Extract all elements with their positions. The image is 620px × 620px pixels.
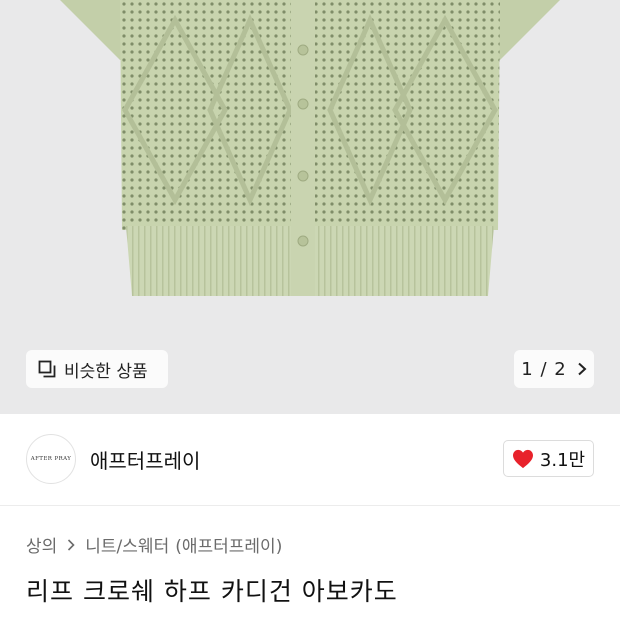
brand-logo-text: AFTER PRAY xyxy=(30,456,72,462)
product-title: 리프 크로쉐 하프 카디건 아보카도 xyxy=(26,577,398,606)
breadcrumb-category[interactable]: 상의 xyxy=(26,532,57,557)
chevron-right-icon xyxy=(578,362,587,376)
similar-items-icon xyxy=(38,360,56,378)
brand-name[interactable]: 애프터프레이 xyxy=(90,445,200,474)
like-count: 3.1만 xyxy=(539,449,586,471)
like-button[interactable]: 3.1만 xyxy=(503,440,594,477)
heart-icon xyxy=(512,449,533,468)
brand-row: AFTER PRAY 애프터프레이 3.1만 xyxy=(0,414,620,506)
image-pager[interactable]: 1 / 2 xyxy=(514,350,594,388)
breadcrumb-subcategory[interactable]: 니트/스웨터 xyxy=(85,532,169,557)
breadcrumb-brand[interactable]: (애프터프레이) xyxy=(175,532,282,557)
brand-logo[interactable]: AFTER PRAY xyxy=(26,434,76,484)
similar-items-label: 비슷한 상품 xyxy=(64,361,148,382)
breadcrumb: 상의 니트/스웨터 (애프터프레이) xyxy=(26,532,282,557)
pager-text: 1 / 2 xyxy=(521,358,567,380)
product-image-gallery[interactable]: 비슷한 상품 1 / 2 xyxy=(0,0,620,414)
similar-items-button[interactable]: 비슷한 상품 xyxy=(26,350,168,388)
chevron-right-icon xyxy=(68,538,75,551)
